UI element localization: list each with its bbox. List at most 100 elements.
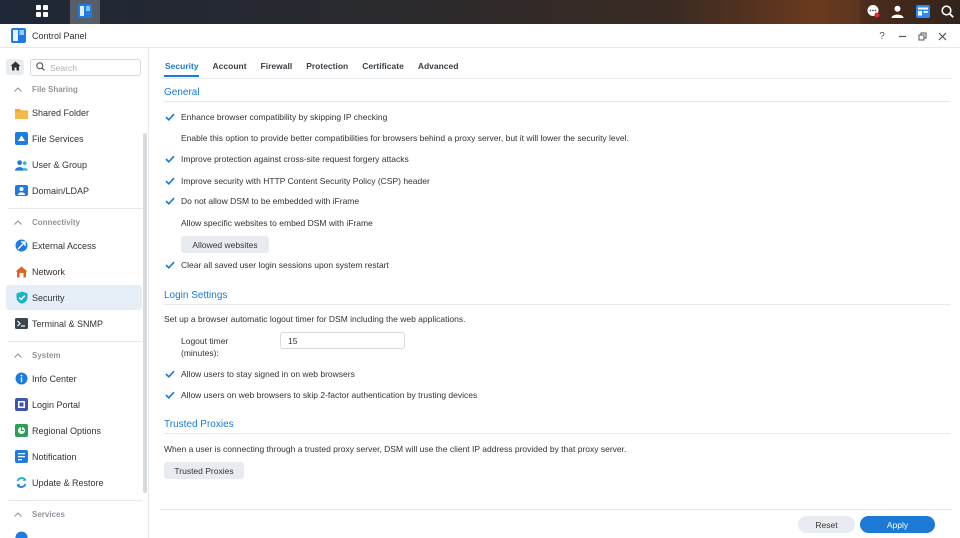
sidebar-item-label: Update & Restore — [32, 477, 104, 488]
restore-icon[interactable] — [914, 28, 930, 44]
sidebar-item-file-services[interactable]: File Services — [6, 126, 142, 151]
tab-security[interactable]: Security — [164, 48, 206, 78]
taskbar-control-panel[interactable] — [70, 0, 100, 24]
checkmark-icon[interactable] — [164, 259, 176, 271]
option-label: Do not allow DSM to be embedded with iFr… — [181, 196, 360, 206]
option-iframe[interactable]: Do not allow DSM to be embedded with iFr… — [164, 194, 359, 208]
tab-advanced[interactable]: Advanced — [411, 48, 466, 78]
search-input[interactable] — [50, 62, 130, 73]
allowed-websites-button[interactable]: Allowed websites — [181, 236, 269, 253]
section-divider — [8, 500, 142, 501]
info-icon — [15, 372, 28, 385]
sidebar-item-info-center[interactable]: Info Center — [6, 366, 142, 391]
sidebar-item-network[interactable]: Network — [6, 259, 142, 284]
tab-certificate[interactable]: Certificate — [355, 48, 411, 78]
network-icon — [15, 265, 28, 278]
main-menu-button[interactable] — [27, 0, 57, 24]
close-icon[interactable] — [934, 28, 950, 44]
proxies-description: When a user is connecting through a trus… — [164, 444, 627, 454]
option-description: Enable this option to provide better com… — [181, 133, 629, 143]
sidebar-item-notification[interactable]: Notification — [6, 444, 142, 469]
option-label: Allow users on web browsers to skip 2-fa… — [181, 390, 478, 400]
terminal-icon — [15, 317, 28, 330]
sidebar-item-user-group[interactable]: User & Group — [6, 152, 142, 177]
option-stay-signed-in[interactable]: Allow users to stay signed in on web bro… — [164, 367, 355, 381]
chevron-up-icon — [13, 350, 23, 360]
domain-icon — [15, 184, 28, 197]
sidebar-item-label: Notification — [32, 451, 77, 462]
home-button[interactable] — [6, 59, 24, 75]
section-rule — [164, 433, 950, 434]
sidebar-item-security[interactable]: Security — [6, 285, 142, 310]
sidebar-section-file-sharing[interactable]: File Sharing — [0, 81, 143, 97]
logout-timer-input[interactable] — [280, 332, 405, 349]
taskbar-widgets[interactable] — [910, 0, 935, 24]
tab-bar: Security Account Firewall Protection Cer… — [164, 48, 465, 78]
sidebar-item-label: Shared Folder — [32, 107, 90, 118]
trusted-proxies-button[interactable]: Trusted Proxies — [164, 462, 244, 479]
sidebar-scrollbar[interactable] — [143, 133, 147, 493]
checkmark-icon[interactable] — [164, 195, 176, 207]
home-icon — [10, 61, 21, 73]
tab-protection[interactable]: Protection — [299, 48, 355, 78]
sidebar-search[interactable] — [30, 59, 141, 76]
user-icon — [891, 5, 904, 20]
sidebar-item-label: Domain/LDAP — [32, 185, 90, 196]
apply-button[interactable]: Apply — [860, 516, 935, 533]
sidebar-item-terminal-snmp[interactable]: Terminal & SNMP — [6, 311, 142, 336]
checkmark-icon[interactable] — [164, 153, 176, 165]
checkmark-icon[interactable] — [164, 368, 176, 380]
sidebar-item-label: External Access — [32, 240, 97, 251]
option-csrf[interactable]: Improve protection against cross-site re… — [164, 152, 409, 166]
taskbar-search[interactable] — [935, 0, 960, 24]
sidebar-item-label: Info Center — [32, 373, 77, 384]
section-label: Services — [32, 509, 65, 519]
sidebar-section-connectivity[interactable]: Connectivity — [0, 214, 143, 230]
checkmark-icon[interactable] — [164, 175, 176, 187]
login-description: Set up a browser automatic logout timer … — [164, 314, 466, 324]
sidebar-item-label: Security — [32, 292, 65, 303]
chat-icon — [866, 4, 880, 20]
sidebar-item-domain-ldap[interactable]: Domain/LDAP — [6, 178, 142, 203]
checkmark-icon[interactable] — [164, 389, 176, 401]
sidebar-item-shared-folder[interactable]: Shared Folder — [6, 100, 142, 125]
folder-icon — [15, 106, 28, 119]
help-icon[interactable]: ? — [874, 28, 890, 44]
sidebar-item-regional-options[interactable]: Regional Options — [6, 418, 142, 443]
sidebar-item-partial[interactable] — [6, 525, 142, 538]
option-clear-sessions[interactable]: Clear all saved user login sessions upon… — [164, 258, 389, 272]
sidebar-section-system[interactable]: System — [0, 347, 143, 363]
minimize-icon[interactable] — [894, 28, 910, 44]
section-rule — [164, 304, 950, 305]
footer-divider — [160, 509, 952, 510]
shield-icon — [15, 291, 28, 304]
sidebar-item-login-portal[interactable]: Login Portal — [6, 392, 142, 417]
grid-icon — [36, 5, 48, 19]
notification-icon — [15, 450, 28, 463]
option-browser-compat[interactable]: Enhance browser compatibility by skippin… — [164, 110, 387, 124]
section-rule — [164, 101, 950, 102]
sidebar-item-external-access[interactable]: External Access — [6, 233, 142, 258]
sidebar-item-update-restore[interactable]: Update & Restore — [6, 470, 142, 495]
control-panel-icon — [78, 4, 92, 20]
tab-account[interactable]: Account — [206, 48, 254, 78]
section-title-general: General — [164, 87, 200, 98]
option-label: Allow users to stay signed in on web bro… — [181, 369, 355, 379]
window-titlebar[interactable]: Control Panel ? — [0, 24, 960, 48]
service-icon — [15, 531, 28, 538]
main-panel: Security Account Firewall Protection Cer… — [150, 48, 960, 538]
option-skip-2fa[interactable]: Allow users on web browsers to skip 2-fa… — [164, 388, 477, 402]
option-csp[interactable]: Improve security with HTTP Content Secur… — [164, 174, 430, 188]
taskbar-user[interactable] — [885, 0, 910, 24]
checkmark-icon[interactable] — [164, 111, 176, 123]
section-label: File Sharing — [32, 84, 78, 94]
sidebar-section-services[interactable]: Services — [0, 506, 143, 522]
search-icon — [941, 4, 954, 20]
tab-firewall[interactable]: Firewall — [254, 48, 300, 78]
option-label: Improve security with HTTP Content Secur… — [181, 176, 430, 186]
reset-button[interactable]: Reset — [798, 516, 855, 533]
sidebar-item-label: Terminal & SNMP — [32, 318, 104, 329]
option-label: Clear all saved user login sessions upon… — [181, 260, 389, 270]
option-label: Improve protection against cross-site re… — [181, 154, 409, 164]
taskbar-chat[interactable] — [860, 0, 885, 24]
